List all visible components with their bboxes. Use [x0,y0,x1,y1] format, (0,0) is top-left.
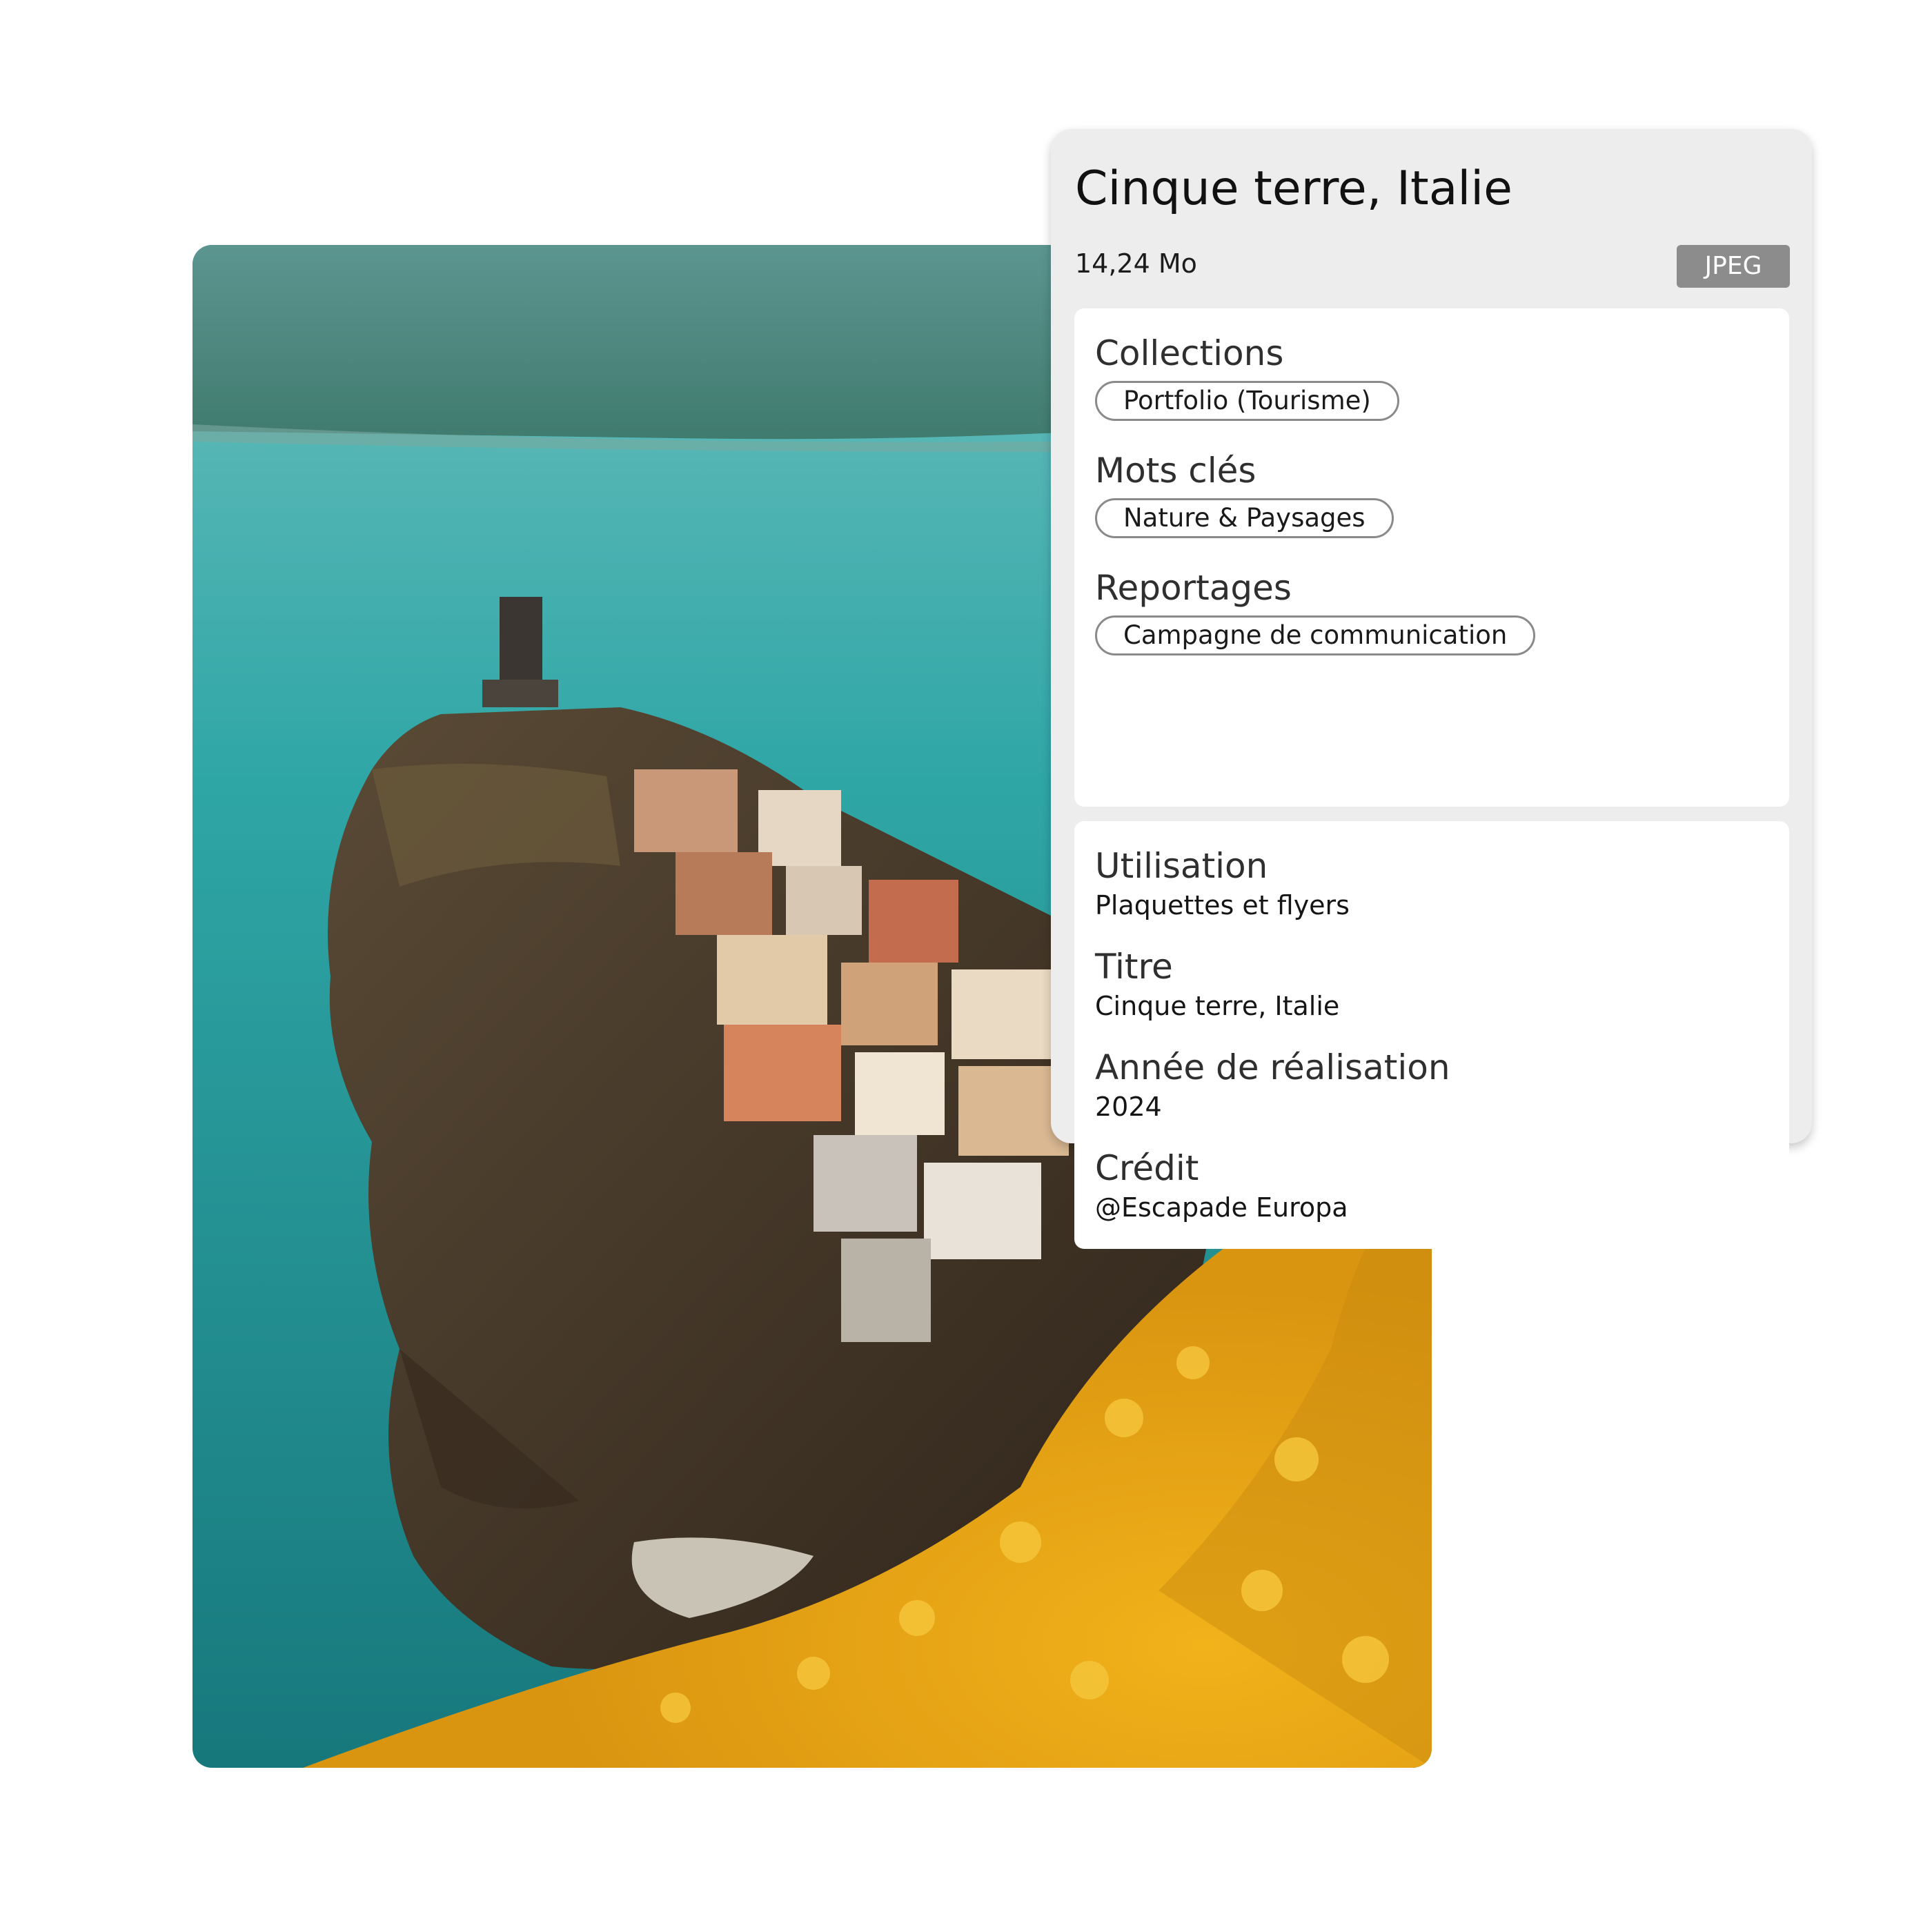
file-title: Cinque terre, Italie [1075,161,1512,216]
collections-label: Collections [1095,333,1284,373]
credit-section: Crédit @Escapade Europa [1095,1150,1768,1223]
reportages-section: Reportages Campagne de communication [1095,569,1768,656]
reportages-label: Reportages [1095,568,1292,608]
reportage-tag[interactable]: Campagne de communication [1095,615,1536,656]
usage-section: Utilisation Plaquettes et flyers [1095,847,1768,921]
tower [500,597,542,693]
file-format-badge: JPEG [1677,245,1790,288]
keywords-section: Mots clés Nature & Paysages [1095,452,1768,538]
year-section: Année de réalisation 2024 [1095,1049,1768,1123]
collection-tag[interactable]: Portfolio (Tourisme) [1095,381,1399,421]
usage-label: Utilisation [1095,846,1268,886]
metadata-card: Utilisation Plaquettes et flyers Titre C… [1074,821,1789,1249]
title-section: Titre Cinque terre, Italie [1095,948,1768,1022]
collections-section: Collections Portfolio (Tourisme) [1095,335,1768,421]
usage-value: Plaquettes et flyers [1095,890,1350,920]
credit-label: Crédit [1095,1148,1199,1188]
title-value: Cinque terre, Italie [1095,991,1340,1021]
title-label: Titre [1095,947,1173,987]
keywords-label: Mots clés [1095,451,1256,491]
year-label: Année de réalisation [1095,1047,1450,1087]
classification-card: Collections Portfolio (Tourisme) Mots cl… [1074,308,1789,807]
keyword-tag[interactable]: Nature & Paysages [1095,498,1394,538]
file-info-panel: Cinque terre, Italie 14,24 Mo JPEG Colle… [1051,129,1812,1249]
credit-value: @Escapade Europa [1095,1192,1348,1223]
year-value: 2024 [1095,1092,1162,1122]
file-size: 14,24 Mo [1075,248,1197,279]
